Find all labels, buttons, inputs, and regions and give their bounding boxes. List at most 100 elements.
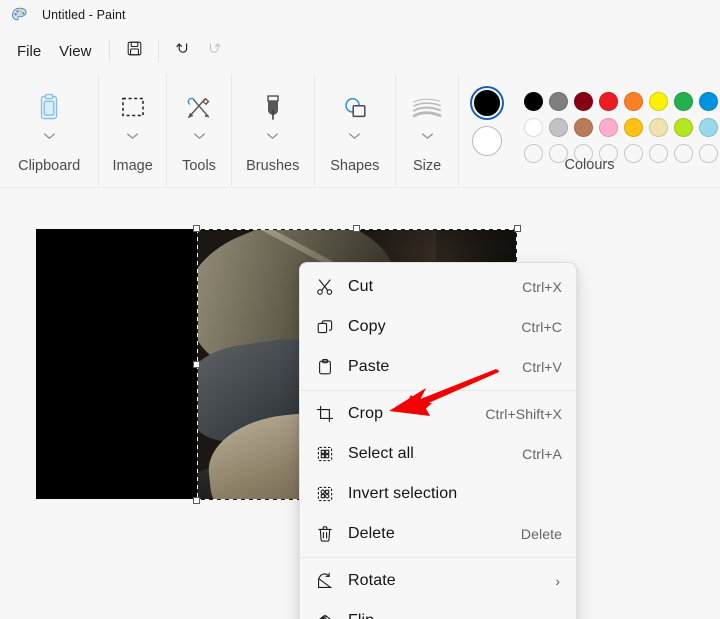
ctx-cut-label: Cut [348,278,374,295]
palette-swatch-r1-c8[interactable] [696,89,720,113]
swatch-colour [648,91,668,111]
ctx-paste[interactable]: Paste Ctrl+V [300,347,576,387]
ribbon-label-size: Size [412,158,442,174]
menu-view[interactable]: View [50,39,100,64]
shapes-icon [340,88,370,128]
secondary-colour-swatch[interactable] [472,126,502,156]
ctx-rotate[interactable]: Rotate › [300,561,576,601]
ctx-delete[interactable]: Delete Delete [300,514,576,554]
chevron-down-icon[interactable] [126,128,139,144]
context-menu-separator [300,390,576,391]
ctx-paste-shortcut: Ctrl+V [522,359,562,375]
swatch-colour [648,117,668,137]
ctx-crop-label: Crop [348,405,384,422]
ribbon-toolbar: Clipboard Image Tools Brushes Shapes Siz… [0,74,720,188]
swatch-colour [698,117,718,137]
ribbon-label-image: Image [112,158,153,174]
ribbon-label-clipboard: Clipboard [18,158,81,174]
ribbon-group-clipboard[interactable]: Clipboard [0,74,100,187]
swatch-colour [598,117,618,137]
size-lines-icon [411,88,443,128]
palette-swatch-r2-c4[interactable] [596,115,620,139]
ribbon-group-shapes[interactable]: Shapes [315,74,397,187]
palette-swatch-r2-c1[interactable] [521,115,545,139]
brush-icon [260,88,286,128]
crop-icon [312,404,338,424]
undo-icon [174,39,193,63]
swatch-colour [548,91,568,111]
ribbon-label-shapes: Shapes [330,158,380,174]
palette-swatch-r2-c3[interactable] [571,115,595,139]
invert-selection-icon [312,484,338,504]
context-menu: Cut Ctrl+X Copy Ctrl+C Paste Ctrl+V Crop Ctrl+S… [299,262,577,619]
palette-swatch-r1-c1[interactable] [521,89,545,113]
ctx-invert-selection-label: Invert selection [348,485,458,502]
ribbon-group-brushes[interactable]: Brushes [232,74,315,187]
ribbon-group-colours: Colours [459,74,720,187]
swatch-colour [523,117,543,137]
swatch-colour [573,117,593,137]
window-title: Untitled - Paint [42,8,126,22]
undo-button[interactable] [168,36,198,66]
ribbon-group-image[interactable]: Image [99,74,168,187]
ctx-flip[interactable]: Flip› [300,601,576,619]
palette-swatch-r2-c5[interactable] [621,115,645,139]
ribbon-label-brushes: Brushes [246,158,300,174]
ctx-select-all[interactable]: Select all Ctrl+A [300,434,576,474]
swatch-colour [548,117,568,137]
selection-rectangle-icon [119,88,147,128]
submenu-chevron-icon: › [555,614,562,619]
chevron-down-icon[interactable] [348,128,361,144]
chevron-down-icon[interactable] [266,128,279,144]
ctx-crop-shortcut: Ctrl+Shift+X [485,406,562,422]
palette-swatch-r1-c6[interactable] [646,89,670,113]
primary-colour-swatch[interactable] [472,88,502,118]
ctx-crop[interactable]: Crop Ctrl+Shift+X [300,394,576,434]
ctx-copy[interactable]: Copy Ctrl+C [300,307,576,347]
swatch-colour [598,91,618,111]
palette-swatch-r2-c8[interactable] [696,115,720,139]
ctx-flip-label: Flip [348,612,555,619]
ctx-invert-selection[interactable]: Invert selection [300,474,576,514]
chevron-down-icon[interactable] [43,128,56,144]
rotate-icon [312,571,338,591]
palette-swatch-r1-c4[interactable] [596,89,620,113]
palette-swatch-r2-c7[interactable] [671,115,695,139]
redo-icon [204,39,223,63]
palette-swatch-r1-c7[interactable] [671,89,695,113]
select-all-icon [312,444,338,464]
swatch-colour [673,117,693,137]
save-icon [126,40,143,62]
save-button[interactable] [119,36,149,66]
scissors-icon [312,277,338,297]
ctx-cut[interactable]: Cut Ctrl+X [300,267,576,307]
ribbon-group-size[interactable]: Size [396,74,459,187]
menu-separator-2 [158,40,160,62]
redo-button[interactable] [198,36,228,66]
copy-icon [312,317,338,337]
ribbon-label-colours: Colours [564,157,615,173]
flip-icon [312,611,338,619]
ctx-copy-label: Copy [348,318,386,335]
palette-swatch-r2-c6[interactable] [646,115,670,139]
swatch-colour [523,91,543,111]
swatch-colour [673,91,693,111]
swatch-colour [623,117,643,137]
ctx-paste-label: Paste [348,358,390,375]
palette-swatch-r1-c3[interactable] [571,89,595,113]
menu-file[interactable]: File [8,39,50,64]
chevron-down-icon[interactable] [193,128,206,144]
ctx-delete-shortcut: Delete [520,526,562,542]
ctx-delete-label: Delete [348,525,395,542]
ctx-cut-shortcut: Ctrl+X [522,279,562,295]
palette-swatch-r1-c2[interactable] [546,89,570,113]
ctx-rotate-label: Rotate [348,572,396,589]
ribbon-group-tools[interactable]: Tools [167,74,232,187]
chevron-down-icon[interactable] [421,128,434,144]
submenu-chevron-icon: › [555,573,560,589]
context-menu-separator [300,557,576,558]
swatch-colour [573,91,593,111]
palette-swatch-r2-c2[interactable] [546,115,570,139]
ctx-copy-shortcut: Ctrl+C [521,319,562,335]
palette-swatch-r1-c5[interactable] [621,89,645,113]
